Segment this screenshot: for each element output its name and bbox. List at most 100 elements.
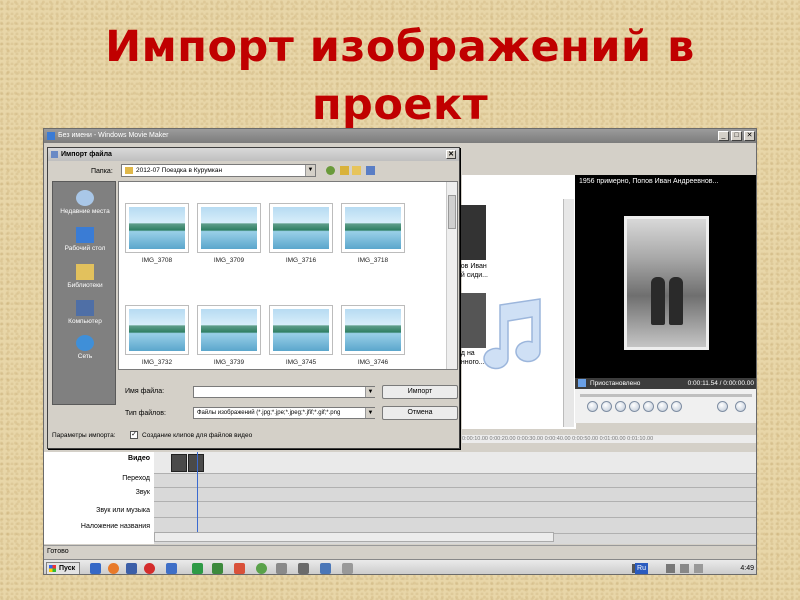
filetype-label: Тип файлов:	[125, 410, 166, 417]
preview-monitor: 1956 примерно, Попов Иван Андреевнов... …	[575, 175, 756, 423]
place-libraries[interactable]: Библиотеки	[53, 264, 117, 289]
recent-places-icon	[76, 190, 94, 206]
import-button[interactable]: Импорт	[382, 385, 458, 399]
image-thumbnail	[197, 305, 261, 355]
view-menu-icon[interactable]	[366, 166, 375, 175]
person-figure	[669, 277, 683, 325]
movie-maker-taskbar-icon[interactable]	[166, 563, 177, 574]
folder-dropdown[interactable]: 2012-07 Поездка в Курумкан ▼	[121, 164, 316, 177]
start-button[interactable]: Пуск	[46, 562, 81, 574]
chevron-down-icon[interactable]: ▼	[365, 387, 375, 397]
tray-icon[interactable]	[694, 564, 703, 573]
file-item[interactable]: IMG_3732	[125, 305, 189, 380]
audio-track[interactable]	[154, 488, 756, 502]
snapshot-button[interactable]	[717, 401, 728, 412]
fullscreen-button[interactable]	[735, 401, 746, 412]
volume-icon[interactable]	[680, 564, 689, 573]
dialog-titlebar: Импорт файла ✕	[48, 148, 459, 161]
filename-input[interactable]	[193, 386, 375, 398]
save-icon[interactable]	[90, 563, 101, 574]
cancel-button[interactable]: Отмена	[382, 406, 458, 420]
movie-maker-icon	[47, 132, 55, 140]
close-button[interactable]: ✕	[744, 131, 755, 141]
timeline-tracks[interactable]	[154, 452, 756, 544]
back-icon[interactable]	[326, 166, 335, 175]
dialog-icon	[51, 151, 58, 158]
place-computer[interactable]: Компьютер	[53, 300, 117, 325]
chevron-down-icon[interactable]: ▼	[365, 408, 375, 418]
rewind-button[interactable]	[629, 401, 640, 412]
collection-item-text: пов Иван рй сиди...	[457, 263, 488, 279]
dialog-close-button[interactable]: ✕	[446, 150, 456, 159]
maximize-button[interactable]: □	[731, 131, 742, 141]
timeline-playhead[interactable]	[197, 452, 198, 534]
place-network[interactable]: Сеть	[53, 335, 117, 360]
file-name: IMG_3708	[141, 257, 173, 264]
place-label: Сеть	[77, 353, 93, 360]
minimize-button[interactable]: _	[718, 131, 729, 141]
collection-thumbnail[interactable]	[456, 205, 486, 260]
video-track[interactable]	[154, 452, 756, 474]
timeline-track-labels: Видео Переход Звук Звук или музыка Налож…	[44, 452, 154, 544]
spreadsheet-icon[interactable]	[212, 563, 223, 574]
window-title: Без имени - Windows Movie Maker	[58, 132, 169, 139]
slide-title-line-1: Импорт изображений в	[105, 22, 695, 72]
active-window-icon[interactable]	[342, 563, 353, 574]
create-clips-label[interactable]: Создание клипов для файлов видео	[142, 432, 252, 439]
window-titlebar: Без имени - Windows Movie Maker _ □ ✕	[44, 129, 756, 143]
image-thumbnail	[125, 305, 189, 355]
firefox-icon[interactable]	[108, 563, 119, 574]
document-icon[interactable]	[126, 563, 137, 574]
create-clips-checkbox[interactable]: ✓	[130, 431, 138, 439]
up-folder-icon[interactable]	[340, 166, 349, 175]
new-folder-icon[interactable]	[352, 166, 361, 175]
file-item[interactable]: IMG_3709	[197, 203, 261, 278]
file-item[interactable]: IMG_3745	[269, 305, 333, 380]
timeline-ruler[interactable]: 0:00:10.00 0:00:20.00 0:00:30.00 0:00:40…	[462, 435, 756, 443]
screenshot: Без имени - Windows Movie Maker _ □ ✕ по…	[43, 128, 757, 575]
playback-controls	[575, 389, 756, 423]
timeline-clip[interactable]	[171, 454, 187, 472]
music-track[interactable]	[154, 502, 756, 518]
timeline-scrollbar[interactable]	[154, 532, 554, 542]
play-button[interactable]	[587, 401, 598, 412]
scrollbar-thumb[interactable]	[448, 195, 456, 229]
music-note-icon	[483, 298, 541, 370]
word-icon[interactable]	[320, 563, 331, 574]
slide-title-line-2: проект	[311, 80, 489, 130]
powerpoint-icon[interactable]	[234, 563, 245, 574]
file-item[interactable]: IMG_3739	[197, 305, 261, 380]
place-recent[interactable]: Недавние места	[53, 190, 117, 215]
chevron-down-icon[interactable]: ▼	[305, 165, 315, 176]
collection-scrollbar[interactable]	[563, 199, 574, 427]
tool-icon[interactable]	[298, 563, 309, 574]
place-desktop[interactable]: Рабочий стол	[53, 227, 117, 252]
split-button[interactable]	[671, 401, 682, 412]
transition-track[interactable]	[154, 474, 756, 488]
file-item[interactable]: IMG_3718	[341, 203, 405, 278]
fast-forward-button[interactable]	[643, 401, 654, 412]
place-label: Недавние места	[60, 208, 110, 215]
seek-bar[interactable]	[580, 394, 752, 397]
timeline-clip[interactable]	[188, 454, 204, 472]
taskbar: Пуск Ru 4:49	[44, 559, 756, 574]
window-controls: _ □ ✕	[718, 131, 755, 141]
file-item[interactable]: IMG_3746	[341, 305, 405, 380]
stop-button[interactable]	[601, 401, 612, 412]
place-label: Компьютер	[68, 318, 102, 325]
language-indicator[interactable]: Ru	[635, 563, 648, 574]
network-tray-icon[interactable]	[666, 564, 675, 573]
next-frame-button[interactable]	[657, 401, 668, 412]
status-bar: Готово	[44, 545, 756, 557]
excel-icon[interactable]	[192, 563, 203, 574]
track-label-video[interactable]: Видео	[128, 455, 150, 462]
opera-icon[interactable]	[144, 563, 155, 574]
preview-status-bar: Приостановлено 0:00:11.54 / 0:00:00.00	[575, 378, 756, 389]
file-item[interactable]: IMG_3708	[125, 203, 189, 278]
chrome-icon[interactable]	[256, 563, 267, 574]
file-item[interactable]: IMG_3716	[269, 203, 333, 278]
previous-frame-button[interactable]	[615, 401, 626, 412]
filetype-select[interactable]: Файлы изображений (*.jpg;*.jpe;*.jpeg;*.…	[193, 407, 375, 419]
app-icon[interactable]	[276, 563, 287, 574]
file-list-scrollbar[interactable]	[446, 182, 457, 369]
